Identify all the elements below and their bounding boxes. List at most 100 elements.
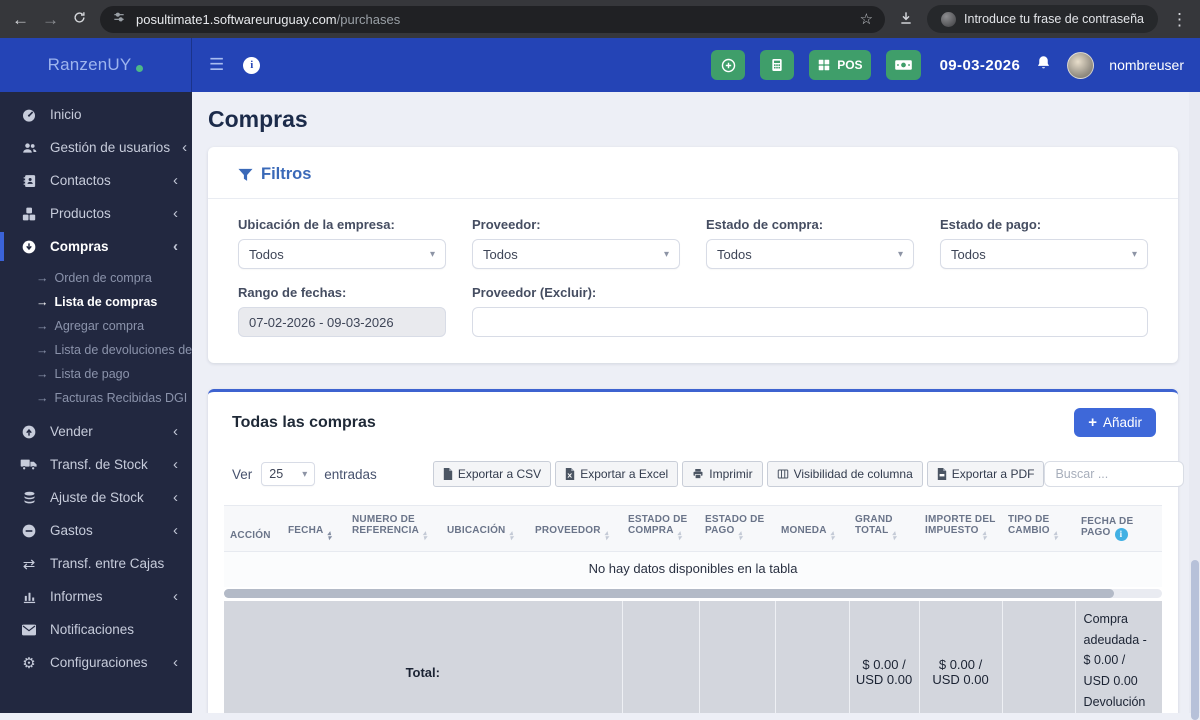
export-pdf-button[interactable]: Exportar a PDF — [926, 461, 1045, 487]
pos-button[interactable]: POS — [809, 50, 871, 80]
column-numero-referencia[interactable]: NUMERO DE REFERENCIA ▴ ▾ — [346, 505, 441, 552]
site-settings-icon[interactable] — [112, 10, 126, 29]
chevron-left-icon: ‹ — [173, 654, 178, 671]
sort-icon: ▴ ▾ — [509, 530, 514, 542]
horizontal-scrollbar-thumb[interactable] — [224, 589, 1114, 598]
column-fecha-pago[interactable]: FECHA DE PAGO i — [1075, 505, 1162, 552]
sidebar-item-contactos[interactable]: Contactos ‹ — [0, 164, 192, 197]
passkey-icon — [941, 11, 957, 27]
plus-icon: + — [1088, 414, 1097, 431]
empty-table-row: No hay datos disponibles en la tabla — [224, 551, 1162, 587]
chevron-left-icon: ‹ — [173, 456, 178, 473]
sidebar-item-notificaciones[interactable]: Notificaciones — [0, 613, 192, 646]
sort-icon: ▴ ▾ — [327, 530, 332, 542]
horizontal-scrollbar[interactable] — [224, 589, 1162, 598]
sidebar-item-gastos[interactable]: Gastos ‹ — [0, 514, 192, 547]
submenu-orden-de-compra[interactable]: → Orden de compra — [0, 266, 192, 290]
sidebar-toggle-icon[interactable]: ☰ — [209, 55, 224, 75]
url-bar[interactable]: posultimate1.softwareuruguay.com/purchas… — [100, 5, 886, 33]
export-excel-button[interactable]: Exportar a Excel — [555, 461, 679, 487]
plus-circle-icon — [721, 58, 735, 72]
calculator-icon — [772, 59, 782, 71]
chevron-left-icon: ‹ — [173, 588, 178, 605]
sort-icon: ▴ ▾ — [738, 530, 743, 542]
sidebar-item-vender[interactable]: Vender ‹ — [0, 415, 192, 448]
brand-logo[interactable]: RanzenUY — [0, 38, 192, 92]
calculator-button[interactable] — [760, 50, 795, 80]
sort-icon: ▴ ▾ — [604, 530, 609, 542]
column-visibility-button[interactable]: Visibilidad de columna — [766, 461, 923, 487]
back-icon[interactable]: ← — [12, 11, 29, 28]
sidebar-item-informes[interactable]: Informes ‹ — [0, 580, 192, 613]
quick-add-button[interactable] — [711, 50, 746, 80]
sidebar-item-transf-stock[interactable]: Transf. de Stock ‹ — [0, 448, 192, 481]
supplier-select[interactable]: Todos ▾ — [472, 239, 680, 269]
username[interactable]: nombreuser — [1109, 57, 1184, 73]
print-button[interactable]: Imprimir — [682, 461, 763, 487]
column-tipo-cambio[interactable]: TIPO DE CAMBIO ▴ ▾ — [1002, 505, 1075, 552]
date-range-input[interactable] — [238, 307, 446, 337]
chevron-left-icon: ‹ — [173, 238, 178, 255]
submenu-agregar-compra[interactable]: → Agregar compra — [0, 314, 192, 338]
exclude-supplier-input[interactable] — [472, 307, 1148, 337]
browser-menu-icon[interactable]: ⋮ — [1171, 11, 1188, 28]
pdf-file-icon — [937, 468, 946, 480]
download-icon[interactable] — [898, 10, 914, 29]
totals-moneda — [775, 601, 850, 713]
export-button-group: Exportar a CSV Exportar a Excel Imprimir… — [432, 461, 1045, 487]
totals-importe-impuesto: $ 0.00 / USD 0.00 — [919, 601, 1003, 713]
chevron-left-icon: ‹ — [173, 489, 178, 506]
column-ubicacion[interactable]: UBICACIÓN ▴ ▾ — [441, 505, 529, 552]
payment-status-select[interactable]: Todos ▾ — [940, 239, 1148, 269]
column-importe-impuesto[interactable]: IMPORTE DEL IMPUESTO ▴ ▾ — [919, 505, 1002, 552]
page-scrollbar-thumb[interactable] — [1190, 560, 1199, 720]
brand-dot-icon — [136, 64, 144, 72]
location-select[interactable]: Todos ▾ — [238, 239, 446, 269]
password-phrase-button[interactable]: Introduce tu frase de contraseña — [927, 5, 1158, 33]
entries-select[interactable]: 25 ▾ — [261, 462, 316, 486]
sidebar-item-productos[interactable]: Productos ‹ — [0, 197, 192, 230]
arrow-right-icon: → — [36, 319, 49, 333]
reload-icon[interactable] — [72, 10, 87, 28]
bar-chart-icon — [20, 588, 38, 606]
cash-register-button[interactable] — [885, 50, 921, 80]
filter-exclude-supplier: Proveedor (Excluir): — [472, 285, 1148, 337]
column-moneda[interactable]: MONEDA ▴ ▾ — [775, 505, 849, 552]
notifications-bell-icon[interactable] — [1035, 54, 1052, 77]
column-accion: ACCIÓN — [224, 505, 282, 552]
sort-icon: ▴ ▾ — [677, 530, 682, 542]
arrow-right-icon: → — [36, 295, 49, 309]
forward-icon[interactable]: → — [42, 11, 59, 28]
purchase-status-select[interactable]: Todos ▾ — [706, 239, 914, 269]
user-avatar[interactable] — [1067, 51, 1095, 79]
column-estado-pago[interactable]: ESTADO DE PAGO ▴ ▾ — [699, 505, 775, 552]
sort-icon: ▴ ▾ — [830, 530, 835, 542]
bookmark-star-icon[interactable]: ☆ — [860, 10, 873, 28]
filters-header[interactable]: Filtros — [208, 161, 1178, 199]
sort-icon: ▴ ▾ — [423, 530, 427, 542]
chevron-down-icon: ▾ — [663, 248, 669, 260]
submenu-lista-de-compras[interactable]: → Lista de compras — [0, 290, 192, 314]
sidebar-item-ajuste-stock[interactable]: Ajuste de Stock ‹ — [0, 481, 192, 514]
header-info-icon[interactable]: i — [243, 56, 261, 74]
add-purchase-button[interactable]: + Añadir — [1074, 408, 1156, 437]
submenu-lista-de-pago[interactable]: → Lista de pago — [0, 362, 192, 386]
submenu-facturas-recibidas-dgi[interactable]: → Facturas Recibidas DGI — [0, 386, 192, 410]
submenu-lista-devoluciones[interactable]: →Lista de devoluciones de compra — [0, 338, 192, 362]
sort-icon: ▴ ▾ — [1053, 530, 1058, 542]
info-icon[interactable]: i — [1114, 528, 1128, 541]
export-csv-button[interactable]: Exportar a CSV — [432, 461, 552, 487]
column-fecha[interactable]: FECHA ▴ ▾ — [282, 505, 346, 552]
sidebar-item-gestion-usuarios[interactable]: Gestión de usuarios ‹ — [0, 131, 192, 164]
column-proveedor[interactable]: PROVEEDOR ▴ ▾ — [529, 505, 622, 552]
column-grand-total[interactable]: GRAND TOTAL ▴ ▾ — [849, 505, 919, 552]
sidebar-item-configuraciones[interactable]: ⚙ Configuraciones ‹ — [0, 646, 192, 679]
columns-icon — [777, 469, 788, 479]
sidebar-item-inicio[interactable]: Inicio — [0, 98, 192, 131]
sidebar-item-compras[interactable]: Compras ‹ — [0, 230, 192, 263]
page-scrollbar[interactable] — [1189, 92, 1200, 720]
totals-estado-pago — [699, 601, 776, 713]
column-estado-compra[interactable]: ESTADO DE COMPRA ▴ ▾ — [622, 505, 699, 552]
search-input[interactable] — [1044, 461, 1185, 487]
sidebar-item-transf-cajas[interactable]: ⇄ Transf. entre Cajas — [0, 547, 192, 580]
